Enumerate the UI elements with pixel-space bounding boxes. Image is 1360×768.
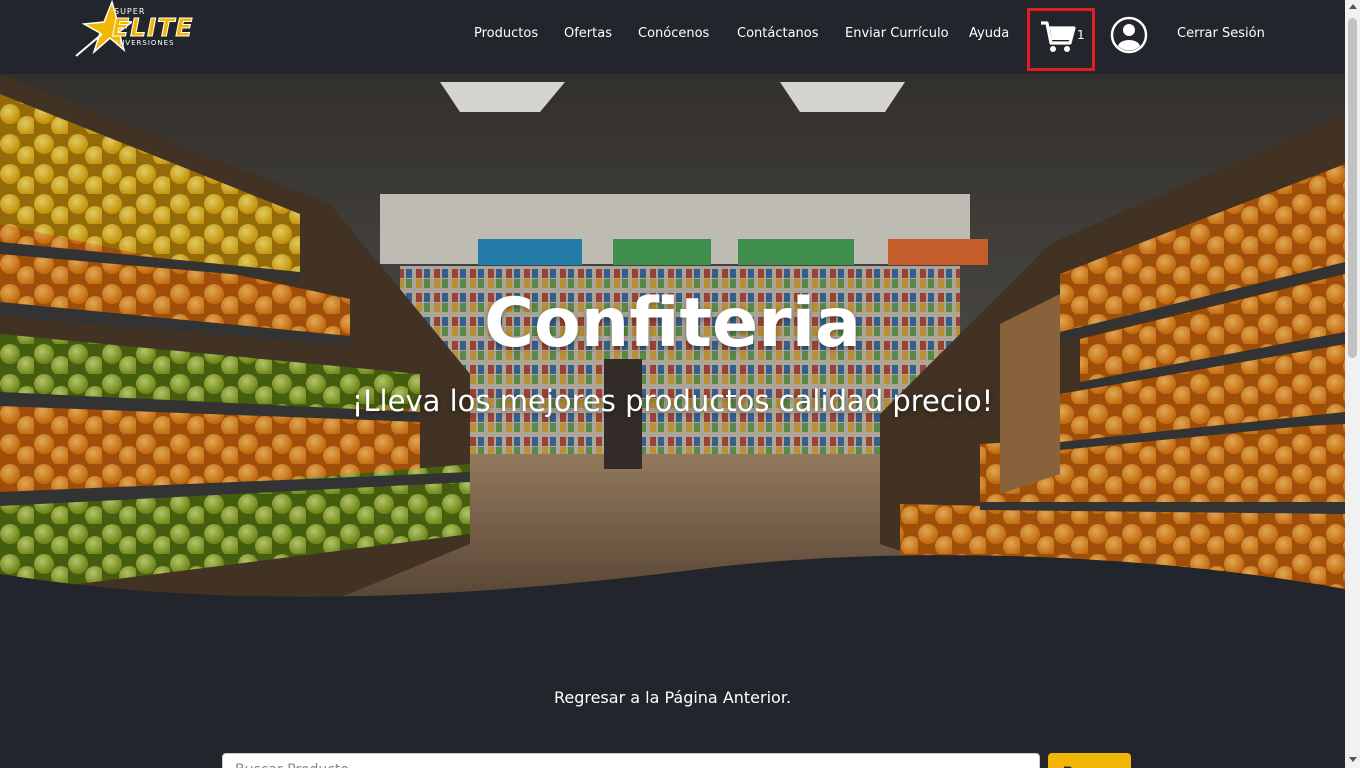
- search-input[interactable]: Buscar Producto: [222, 753, 1040, 768]
- logout-link[interactable]: Cerrar Sesión: [1177, 26, 1265, 41]
- cart-count-badge: 1: [1077, 28, 1085, 42]
- search-button[interactable]: Buscar: [1048, 753, 1131, 768]
- page-scrollbar[interactable]: [1345, 0, 1360, 768]
- nav-contactanos[interactable]: Contáctanos: [737, 26, 819, 41]
- logo[interactable]: SUPER ELITE INVERSIONES: [72, 0, 204, 60]
- hero-title: Confiteria: [484, 284, 861, 363]
- navbar: SUPER ELITE INVERSIONES Productos Oferta…: [0, 0, 1345, 74]
- nav-productos[interactable]: Productos: [474, 26, 538, 41]
- cart-button[interactable]: 1: [1027, 8, 1095, 71]
- user-circle-icon[interactable]: [1110, 16, 1148, 54]
- nav-ofertas[interactable]: Ofertas: [564, 26, 612, 41]
- hero-subtitle: ¡Lleva los mejores productos calidad pre…: [351, 384, 994, 418]
- nav-enviar-curriculo[interactable]: Enviar Currículo: [845, 26, 949, 41]
- cart-icon: [1041, 21, 1076, 52]
- logo-elite-text: ELITE: [111, 13, 194, 43]
- scroll-thumb[interactable]: [1348, 18, 1357, 358]
- scroll-up-arrow-icon[interactable]: [1349, 4, 1357, 9]
- nav-conocenos[interactable]: Conócenos: [638, 26, 709, 41]
- logo-inversiones-text: INVERSIONES: [116, 39, 175, 47]
- nav-ayuda[interactable]: Ayuda: [969, 26, 1009, 41]
- back-link[interactable]: Regresar a la Página Anterior.: [0, 688, 1345, 707]
- scroll-down-arrow-icon[interactable]: [1349, 757, 1357, 762]
- hero-banner: Confiteria ¡Lleva los mejores productos …: [0, 74, 1345, 614]
